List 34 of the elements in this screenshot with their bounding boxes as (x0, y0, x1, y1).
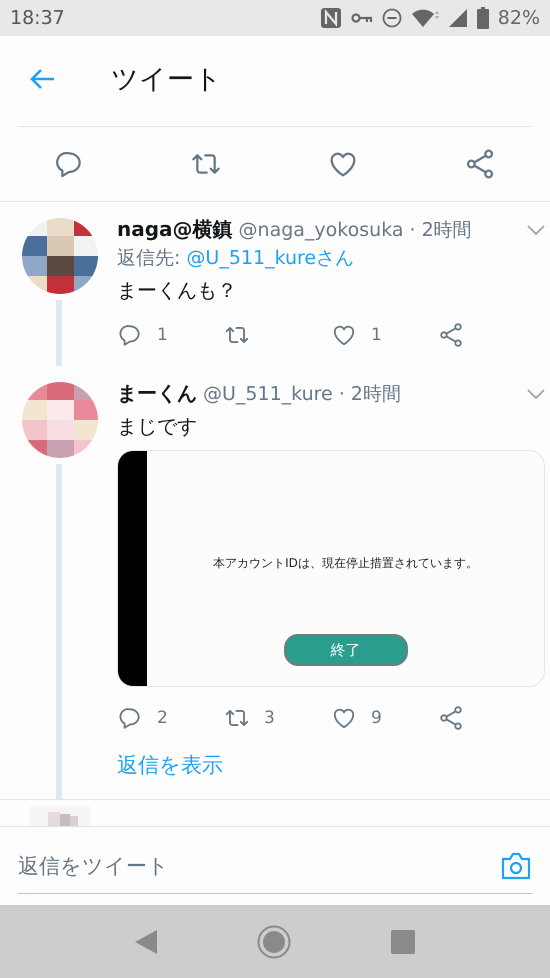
action-count: 9 (371, 708, 382, 728)
battery-icon (476, 7, 489, 29)
action-count: 3 (264, 708, 275, 728)
user-name: まーくん (117, 380, 197, 407)
wifi-icon (410, 8, 439, 28)
do-not-disturb-icon (382, 8, 402, 28)
tweet-text: まじです (117, 413, 198, 440)
share-icon[interactable] (438, 322, 464, 348)
tweet-time: · 2時間 (410, 218, 472, 242)
nfc-icon (320, 7, 342, 29)
show-replies-link[interactable]: 返信を表示 (117, 751, 545, 779)
suspension-message: 本アカウントIDは、現在停止措置されています。 (213, 555, 478, 572)
page-title: ツイート (111, 63, 222, 97)
action-count: 1 (157, 325, 168, 345)
user-name: naga@横鎮 (117, 216, 233, 243)
key-icon (350, 11, 373, 25)
battery-level: 82% (498, 7, 540, 29)
clock: 18:37 (10, 7, 65, 29)
action-count: 1 (371, 325, 382, 345)
back-arrow-icon[interactable] (30, 68, 56, 90)
mention-link[interactable]: @U_511_kureさん (186, 245, 354, 271)
camera-icon[interactable] (500, 850, 532, 880)
signal-icon (448, 8, 468, 28)
reply-field[interactable]: 返信をツイート (18, 854, 500, 878)
share-icon[interactable] (438, 705, 464, 731)
tweet-time: · 2時間 (338, 382, 401, 406)
end-button[interactable]: 終了 (284, 634, 408, 666)
chevron-down-icon[interactable] (527, 224, 545, 234)
chevron-down-icon[interactable] (527, 388, 545, 398)
tweet-text: まーくんも？ (117, 277, 238, 304)
action-count: 2 (157, 708, 168, 728)
user-handle: @naga_yokosuka (238, 218, 404, 240)
reply-to-label: 返信先: (117, 246, 180, 271)
user-handle: @U_511_kure (203, 382, 333, 404)
